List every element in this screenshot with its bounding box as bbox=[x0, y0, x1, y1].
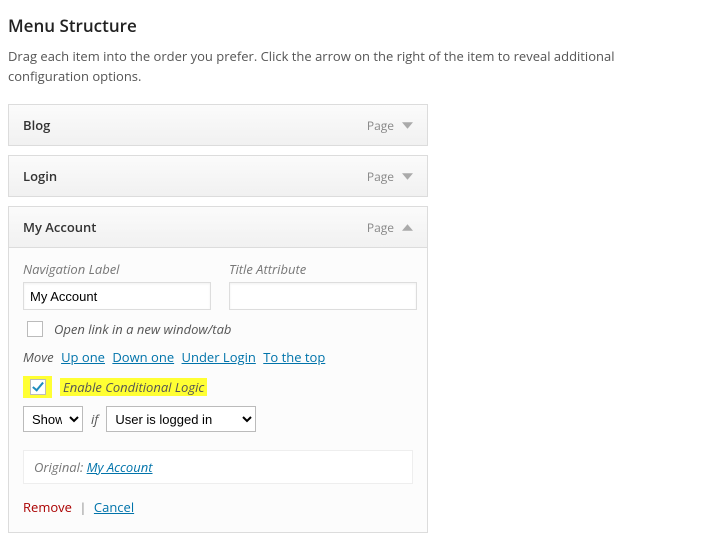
cancel-link[interactable]: Cancel bbox=[94, 498, 134, 516]
section-title: Menu Structure bbox=[8, 14, 699, 37]
menu-list: Blog Page Login Page My Account Page Nav… bbox=[8, 104, 428, 533]
original-row: Original: My Account bbox=[23, 450, 413, 484]
conditional-action-select[interactable]: Show bbox=[23, 406, 83, 432]
menu-item-settings: Navigation Label Title Attribute Open li… bbox=[8, 248, 428, 533]
navigation-label-label: Navigation Label bbox=[23, 260, 211, 278]
section-description: Drag each item into the order you prefer… bbox=[8, 47, 698, 86]
move-down-link[interactable]: Down one bbox=[112, 348, 174, 366]
title-attribute-label: Title Attribute bbox=[229, 260, 417, 278]
chevron-down-icon[interactable] bbox=[402, 120, 413, 131]
menu-item-title: My Account bbox=[23, 218, 367, 236]
menu-item-my-account[interactable]: My Account Page bbox=[8, 206, 428, 248]
enable-conditional-checkbox[interactable] bbox=[30, 379, 46, 395]
original-label: Original: bbox=[34, 458, 83, 476]
move-row: Move Up one Down one Under Login To the … bbox=[23, 348, 413, 366]
conditional-rule-select[interactable]: User is logged in bbox=[106, 406, 256, 432]
title-attribute-input[interactable] bbox=[229, 282, 417, 310]
menu-item-type: Page bbox=[367, 219, 394, 236]
navigation-label-input[interactable] bbox=[23, 282, 211, 310]
move-up-link[interactable]: Up one bbox=[61, 348, 105, 366]
chevron-up-icon[interactable] bbox=[402, 222, 413, 233]
enable-conditional-label: Enable Conditional Logic bbox=[63, 378, 204, 396]
move-under-link[interactable]: Under Login bbox=[182, 348, 256, 366]
conditional-if-label: if bbox=[91, 410, 98, 428]
menu-item-type: Page bbox=[367, 117, 394, 134]
menu-item-title: Login bbox=[23, 167, 367, 185]
menu-item-title: Blog bbox=[23, 116, 367, 134]
move-label: Move bbox=[23, 348, 54, 366]
menu-item-blog[interactable]: Blog Page bbox=[8, 104, 428, 146]
menu-item-login[interactable]: Login Page bbox=[8, 155, 428, 197]
move-top-link[interactable]: To the top bbox=[263, 348, 325, 366]
original-link[interactable]: My Account bbox=[87, 458, 153, 476]
actions-row: Remove | Cancel bbox=[23, 498, 413, 516]
open-new-tab-label: Open link in a new window/tab bbox=[54, 320, 231, 338]
chevron-down-icon[interactable] bbox=[402, 171, 413, 182]
menu-item-type: Page bbox=[367, 168, 394, 185]
separator: | bbox=[79, 498, 86, 516]
open-new-tab-checkbox[interactable] bbox=[27, 321, 43, 337]
remove-link[interactable]: Remove bbox=[23, 498, 72, 516]
